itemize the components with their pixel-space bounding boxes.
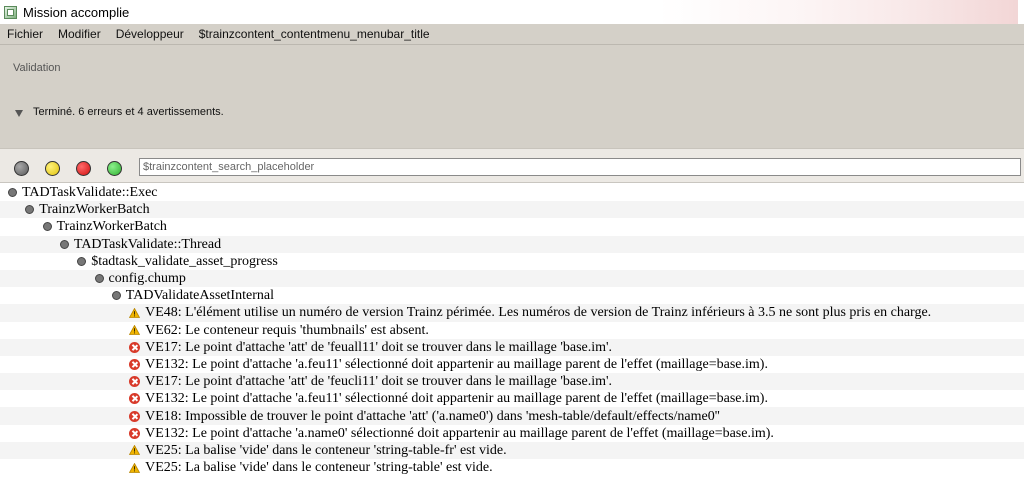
filter-warning-button[interactable] bbox=[45, 160, 60, 176]
validation-heading: Validation bbox=[13, 62, 61, 74]
error-icon bbox=[129, 376, 141, 388]
warning-icon bbox=[129, 462, 141, 473]
tree-row[interactable]: $tadtask_validate_asset_progress bbox=[0, 253, 1024, 270]
filter-success-button[interactable] bbox=[107, 160, 122, 176]
menu-modifier[interactable]: Modifier bbox=[51, 27, 109, 41]
validation-tree: TADTaskValidate::Exec TrainzWorkerBatch Tr… bbox=[0, 184, 1024, 476]
tree-row-label: $tadtask_validate_asset_progress bbox=[91, 253, 278, 269]
validation-panel: Validation Terminé. 6 erreurs et 4 avert… bbox=[0, 45, 1024, 148]
tree-row-label: TADTaskValidate::Exec bbox=[22, 185, 158, 201]
warning-icon bbox=[129, 325, 141, 335]
tree-row-label: VE18: Impossible de trouver le point d'a… bbox=[145, 408, 720, 424]
warning-icon bbox=[129, 445, 141, 456]
error-icon bbox=[129, 410, 141, 422]
node-bullet-icon bbox=[59, 239, 69, 249]
tree-row-label: VE62: Le conteneur requis 'thumbnails' e… bbox=[145, 322, 429, 338]
tree-row-label: VE17: Le point d'attache 'att' de 'feual… bbox=[145, 339, 613, 355]
error-icon bbox=[129, 358, 141, 370]
tree-row[interactable]: VE17: Le point d'attache 'att' de 'feual… bbox=[0, 338, 1024, 356]
search-input[interactable] bbox=[139, 158, 1021, 176]
tree-row-label: config.chump bbox=[108, 271, 186, 287]
tree-row-label: VE25: La balise 'vide' dans le conteneur… bbox=[145, 460, 493, 476]
tree-row[interactable]: VE17: Le point d'attache 'att' de 'feucl… bbox=[0, 373, 1024, 391]
filter-toolbar bbox=[0, 154, 1024, 183]
tree-row[interactable]: VE48: L'élément utilise un numéro de ver… bbox=[0, 304, 1024, 322]
tree-row-label: VE48: L'élément utilise un numéro de ver… bbox=[145, 305, 932, 321]
window-title: Mission accomplie bbox=[23, 4, 130, 20]
tree-row[interactable]: TrainzWorkerBatch bbox=[0, 201, 1024, 219]
tree-row[interactable]: VE25: La balise 'vide' dans le conteneur… bbox=[0, 441, 1024, 459]
collapse-triangle-icon[interactable] bbox=[15, 109, 23, 117]
node-bullet-icon bbox=[42, 222, 52, 232]
title-bar: Mission accomplie bbox=[0, 0, 1024, 25]
tree-row-label: VE132: Le point d'attache 'a.name0' séle… bbox=[145, 425, 774, 441]
tree-row[interactable]: VE18: Impossible de trouver le point d'a… bbox=[0, 407, 1024, 425]
tree-row[interactable]: VE62: Le conteneur requis 'thumbnails' e… bbox=[0, 322, 1024, 339]
tree-row[interactable]: VE132: Le point d'attache 'a.feu11' séle… bbox=[0, 356, 1024, 373]
tree-row-label: VE17: Le point d'attache 'att' de 'feucl… bbox=[145, 374, 613, 390]
window-controls-area bbox=[658, 0, 1018, 24]
tree-row[interactable]: TADValidateAssetInternal bbox=[0, 287, 1024, 304]
warning-icon bbox=[129, 307, 141, 318]
error-icon bbox=[129, 393, 141, 405]
node-bullet-icon bbox=[111, 291, 121, 301]
tree-row[interactable]: VE132: Le point d'attache 'a.name0' séle… bbox=[0, 425, 1024, 442]
tree-row-label: TrainzWorkerBatch bbox=[39, 202, 150, 218]
tree-row-label: TADTaskValidate::Thread bbox=[73, 236, 222, 252]
menu-trainzcontent[interactable]: $trainzcontent_contentmenu_menubar_title bbox=[192, 27, 438, 41]
tree-row[interactable]: TADTaskValidate::Thread bbox=[0, 235, 1024, 253]
menu-bar: Fichier Modifier Développeur $trainzcont… bbox=[0, 24, 1024, 45]
error-icon bbox=[129, 341, 141, 353]
tree-row[interactable]: TADTaskValidate::Exec bbox=[0, 184, 1024, 201]
tree-row-label: VE132: Le point d'attache 'a.feu11' séle… bbox=[145, 391, 768, 407]
tree-row-label: TADValidateAssetInternal bbox=[125, 288, 274, 304]
tree-row[interactable]: config.chump bbox=[0, 269, 1024, 288]
tree-row-label: VE132: Le point d'attache 'a.feu11' séle… bbox=[145, 356, 768, 372]
app-icon bbox=[4, 5, 17, 19]
status-row[interactable]: Terminé. 6 erreurs et 4 avertissements. bbox=[15, 106, 224, 118]
tree-row[interactable]: VE132: Le point d'attache 'a.feu11' séle… bbox=[0, 390, 1024, 407]
node-bullet-icon bbox=[94, 274, 104, 284]
tree-row-label: TrainzWorkerBatch bbox=[56, 219, 167, 235]
filter-all-button[interactable] bbox=[14, 160, 29, 176]
node-bullet-icon bbox=[77, 256, 87, 266]
menu-developpeur[interactable]: Développeur bbox=[109, 27, 192, 41]
node-bullet-icon bbox=[8, 188, 17, 198]
status-text: Terminé. 6 erreurs et 4 avertissements. bbox=[33, 106, 224, 118]
tree-row[interactable]: TrainzWorkerBatch bbox=[0, 218, 1024, 235]
filter-error-button[interactable] bbox=[76, 160, 91, 176]
error-icon bbox=[129, 427, 141, 439]
tree-row[interactable]: VE25: La balise 'vide' dans le conteneur… bbox=[0, 459, 1024, 476]
menu-fichier[interactable]: Fichier bbox=[0, 27, 51, 41]
node-bullet-icon bbox=[25, 205, 35, 215]
tree-row-label: VE25: La balise 'vide' dans le conteneur… bbox=[145, 442, 507, 458]
